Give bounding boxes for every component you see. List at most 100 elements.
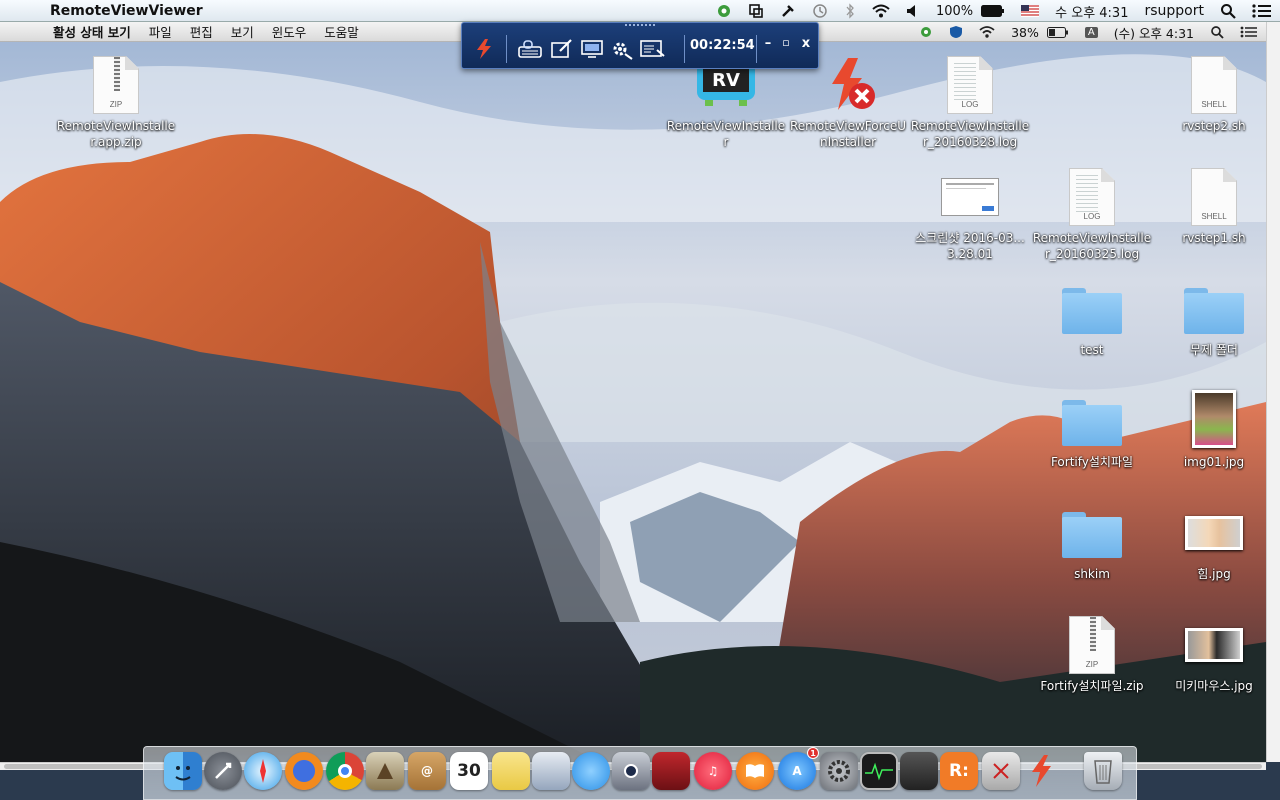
toolbar-separator — [506, 35, 507, 63]
calendar-icon[interactable]: 30 — [450, 752, 488, 790]
safari-icon[interactable] — [244, 752, 282, 790]
remoteview-icon[interactable]: R: — [940, 752, 978, 790]
remote-session-view[interactable]: 활성 상태 보기 파일 편집 보기 윈도우 도움말 38% A (수) 오후 4… — [0, 22, 1266, 762]
remote-clock[interactable]: (수) 오후 4:31 — [1106, 22, 1202, 42]
finder-icon[interactable] — [164, 752, 202, 790]
notification-center-icon[interactable] — [1244, 0, 1280, 22]
display-icon[interactable] — [740, 0, 772, 22]
file-tag: LOG — [1083, 212, 1101, 221]
remote-spotlight-icon[interactable] — [1202, 22, 1232, 42]
trash-icon[interactable] — [1084, 752, 1122, 790]
launchpad-icon[interactable] — [204, 752, 242, 790]
screen-icon[interactable] — [578, 36, 606, 62]
remote-evernote-icon[interactable] — [911, 22, 941, 42]
menu-window[interactable]: 윈도우 — [263, 22, 316, 42]
activity-monitor-icon[interactable] — [860, 752, 898, 790]
screenshot-thumbnail-icon — [938, 162, 1002, 226]
desktop-icon-label: Fortify설치파일.zip — [1040, 679, 1144, 693]
rsupport-icon[interactable] — [1022, 752, 1060, 790]
menu-edit[interactable]: 편집 — [181, 22, 222, 42]
window-select-icon[interactable] — [638, 36, 666, 62]
folder-icon — [1060, 274, 1124, 338]
desktop-icon-folder-test[interactable]: test — [1032, 274, 1152, 358]
terminal-icon[interactable] — [900, 752, 938, 790]
contacts-icon[interactable]: @ — [408, 752, 446, 790]
time-machine-icon[interactable] — [804, 0, 836, 22]
spotlight-icon[interactable] — [1212, 0, 1244, 22]
menu-activity-monitor[interactable]: 활성 상태 보기 — [44, 22, 140, 42]
desktop-icon-screenshot[interactable]: 스크린샷 2016-03...3.28.01 — [910, 162, 1030, 262]
desktop-icon-label: RemoteViewInstaller_20160325.log — [1032, 231, 1152, 261]
battery-icon[interactable] — [981, 0, 1013, 22]
host-clock[interactable]: 수 오후 4:31 — [1047, 0, 1136, 22]
desktop-icon-remoteviewinstaller-zip[interactable]: ZIP RemoteViewInstaller.app.zip — [56, 50, 176, 150]
menu-view[interactable]: 보기 — [222, 22, 263, 42]
system-preferences-icon[interactable] — [820, 752, 858, 790]
messages-icon[interactable] — [572, 752, 610, 790]
scissors-icon[interactable] — [982, 752, 1020, 790]
remote-notification-icon[interactable] — [1232, 22, 1266, 42]
uninstaller-app-icon — [816, 50, 880, 114]
evernote-icon[interactable] — [708, 0, 740, 22]
desktop-icon-him-jpg[interactable]: 힘.jpg — [1154, 498, 1266, 582]
desktop-icon-mickey-jpg[interactable]: 미키마우스.jpg — [1154, 610, 1266, 694]
settings-icon[interactable] — [608, 36, 636, 62]
menu-help[interactable]: 도움말 — [315, 22, 368, 42]
desktop-icon-fortify-zip[interactable]: ZIP Fortify설치파일.zip — [1032, 610, 1152, 694]
toolbar-minimize-button[interactable]: – — [760, 36, 776, 51]
sysinfo-icon[interactable] — [532, 752, 570, 790]
calendar-day: 30 — [457, 761, 481, 781]
zip-file-icon: ZIP — [1060, 610, 1124, 674]
remoteview-toolbar[interactable]: 00:22:54 – ▫ x — [461, 22, 819, 69]
toolbar-restore-button[interactable]: ▫ — [778, 36, 794, 49]
desktop-icon-rvstep2[interactable]: SHELL rvstep2.sh — [1154, 50, 1266, 134]
desktop-icon-log-20160328[interactable]: LOG RemoteViewInstaller_20160328.log — [910, 50, 1030, 150]
rsupport-logo-icon[interactable] — [470, 36, 498, 62]
remote-battery-label[interactable]: 38% — [1003, 22, 1047, 42]
remoteview-label: R: — [949, 761, 969, 781]
vertical-scrollbar[interactable] — [1266, 22, 1280, 762]
firefox-icon[interactable] — [285, 752, 323, 790]
us-flag-icon[interactable] — [1013, 0, 1047, 22]
desktop-icon-log-20160325[interactable]: LOG RemoteViewInstaller_20160325.log — [1032, 162, 1152, 262]
menu-file[interactable]: 파일 — [140, 22, 181, 42]
toolbar-close-button[interactable]: x — [798, 36, 814, 51]
toolbar-separator — [756, 35, 757, 63]
photo-booth-icon[interactable] — [652, 752, 690, 790]
log-file-icon: LOG — [1060, 162, 1124, 226]
preview-icon[interactable] — [366, 752, 404, 790]
desktop-icon-rvstep1[interactable]: SHELL rvstep1.sh — [1154, 162, 1266, 246]
host-user[interactable]: rsupport — [1136, 0, 1212, 22]
desktop-icon-folder-shkim[interactable]: shkim — [1032, 498, 1152, 582]
remote-battery-icon[interactable] — [1046, 22, 1077, 42]
wifi-icon[interactable] — [864, 0, 898, 22]
chrome-icon[interactable] — [326, 752, 364, 790]
desktop-icon-label: RemoteViewForceUnInstaller — [789, 119, 907, 149]
itunes-icon[interactable]: ♫ — [694, 752, 732, 790]
desktop-icon-folder-untitled[interactable]: 무제 폴더 — [1154, 274, 1266, 358]
tools-icon[interactable] — [772, 0, 804, 22]
facetime-icon[interactable] — [612, 752, 650, 790]
desktop-icon-folder-fortify[interactable]: Fortify설치파일 — [1032, 386, 1152, 470]
host-status-area: 100% 수 오후 4:31 rsupport — [708, 0, 1280, 22]
desktop-icon-label: 무제 폴더 — [1190, 343, 1238, 357]
desktop-icon-label: test — [1080, 343, 1104, 357]
notes-icon[interactable] — [492, 752, 530, 790]
remote-shield-icon[interactable] — [941, 22, 971, 42]
battery-label[interactable]: 100% — [928, 0, 981, 22]
input-source-icon[interactable]: A — [1077, 22, 1106, 42]
desktop-icon-label: rvstep1.sh — [1182, 231, 1246, 245]
ibooks-icon[interactable] — [736, 752, 774, 790]
keyboard-lock-icon[interactable] — [516, 36, 544, 62]
volume-icon[interactable] — [898, 0, 928, 22]
app-store-icon[interactable]: A1 — [778, 747, 819, 790]
host-app-name[interactable]: RemoteViewViewer — [50, 3, 203, 19]
file-tag: LOG — [961, 100, 979, 109]
bluetooth-icon[interactable] — [836, 0, 864, 22]
toolbar-drag-handle[interactable] — [625, 24, 655, 28]
file-tag: ZIP — [1085, 660, 1099, 669]
desktop-icon-img01[interactable]: img01.jpg — [1154, 386, 1266, 470]
draw-icon[interactable] — [548, 36, 576, 62]
remote-status-area: 38% A (수) 오후 4:31 — [911, 22, 1266, 42]
remote-wifi-icon[interactable] — [971, 22, 1003, 42]
